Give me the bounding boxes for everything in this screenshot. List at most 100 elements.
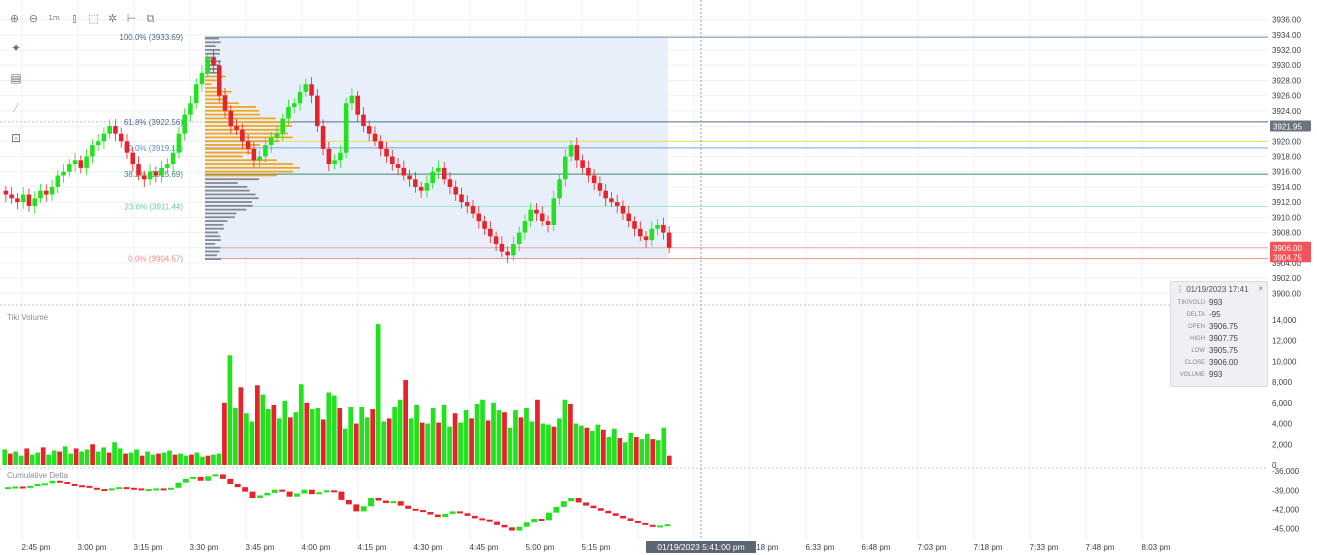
candle-body bbox=[343, 103, 349, 153]
volume-bar bbox=[452, 413, 458, 465]
price-axis-label: 3916.00 bbox=[1272, 168, 1301, 177]
bars-icon[interactable]: ⫾ bbox=[68, 12, 81, 25]
note-icon[interactable]: ▤ bbox=[8, 70, 24, 86]
line-icon[interactable]: ⁄ bbox=[8, 100, 24, 116]
candle-body bbox=[291, 103, 297, 108]
candle-body bbox=[643, 236, 649, 241]
volume-profile-bar bbox=[205, 52, 220, 55]
volume-axis-label: 8,000 bbox=[1272, 378, 1293, 387]
volume-profile-bar bbox=[205, 144, 261, 146]
delta-candle bbox=[19, 486, 26, 489]
delta-candle bbox=[553, 506, 560, 513]
candle-body bbox=[545, 221, 551, 225]
volume-bar bbox=[480, 399, 485, 465]
timeframe-button[interactable]: 1m bbox=[46, 12, 62, 25]
candle-body bbox=[626, 213, 632, 222]
volume-profile-bar bbox=[205, 163, 294, 165]
volume-bar bbox=[331, 395, 337, 465]
delta-candle bbox=[664, 524, 671, 527]
delta-candle bbox=[234, 483, 241, 488]
delta-candle bbox=[471, 515, 478, 519]
select-icon[interactable]: ⬚ bbox=[87, 12, 100, 25]
volume-profile-bar bbox=[205, 178, 259, 181]
candle-body bbox=[309, 84, 314, 96]
volume-bar bbox=[370, 409, 376, 465]
axis-icon[interactable]: ⊢ bbox=[125, 12, 138, 25]
candle-body bbox=[482, 221, 487, 229]
delta-candle bbox=[242, 487, 249, 492]
volume-bar bbox=[205, 455, 211, 465]
price-axis-label: 3936.00 bbox=[1272, 16, 1301, 25]
volume-bar bbox=[57, 451, 63, 465]
volume-bar bbox=[650, 439, 656, 465]
volume-profile-bar bbox=[205, 227, 224, 230]
candle-body bbox=[603, 190, 608, 199]
candle-body bbox=[349, 95, 355, 104]
volume-bar bbox=[161, 452, 167, 465]
close-icon[interactable]: × bbox=[1258, 284, 1263, 293]
volume-axis-label: 2,000 bbox=[1272, 440, 1293, 449]
fib-label: 23.6% (3911.44) bbox=[124, 202, 183, 211]
delta-candle bbox=[5, 487, 11, 490]
volume-bar bbox=[353, 423, 359, 465]
candle-body bbox=[413, 179, 418, 187]
settings-icon[interactable]: ✲ bbox=[106, 12, 119, 25]
delta-candle bbox=[182, 478, 189, 483]
volume-axis-label: 12,000 bbox=[1272, 337, 1297, 346]
copy-icon[interactable]: ⧉ bbox=[144, 12, 157, 25]
fib-label: 100.0% (3933.69) bbox=[119, 33, 183, 42]
zoom-out-icon[interactable]: ⊖ bbox=[27, 12, 40, 25]
lock-icon[interactable]: ⊡ bbox=[8, 130, 24, 146]
candle-body bbox=[118, 133, 124, 142]
volume-bar bbox=[183, 455, 189, 465]
volume-bar bbox=[222, 402, 227, 465]
price-axis-label: 3924.00 bbox=[1272, 107, 1301, 116]
delta-candle bbox=[294, 493, 300, 497]
time-axis-label: 5:15 pm bbox=[582, 543, 611, 552]
candle-body bbox=[401, 167, 407, 176]
candle-body bbox=[251, 148, 257, 161]
candle-body bbox=[263, 145, 268, 157]
volume-profile-bar bbox=[205, 128, 285, 131]
volume-bar bbox=[304, 402, 310, 465]
volume-bar bbox=[249, 421, 255, 465]
volume-bar bbox=[68, 453, 73, 465]
time-axis-label: 3:15 pm bbox=[134, 543, 163, 552]
tooltip-row: LOW 3905.75 bbox=[1191, 346, 1238, 355]
candle-body bbox=[418, 186, 424, 191]
tooltip-row: HIGH 3907.75 bbox=[1190, 334, 1238, 343]
delta-candle bbox=[375, 497, 382, 501]
crosshair-icon[interactable]: ✦ bbox=[8, 40, 24, 56]
candle-body bbox=[326, 148, 332, 165]
volume-profile-bar bbox=[205, 83, 212, 86]
price-axis-label: 3910.00 bbox=[1272, 213, 1301, 222]
volume-bar bbox=[639, 439, 645, 465]
volume-profile-bar bbox=[205, 182, 238, 184]
candle-body bbox=[511, 243, 516, 256]
volume-profile-bar bbox=[205, 231, 219, 234]
volume-axis-label: 14,000 bbox=[1272, 316, 1297, 325]
delta-candle bbox=[382, 500, 389, 504]
volume-bar bbox=[46, 454, 52, 465]
volume-profile-bar bbox=[205, 49, 221, 51]
delta-candle bbox=[338, 491, 345, 500]
data-tooltip[interactable]: ⋮ 01/19/2023 17:41 × TIKIVOLU 993 DELTA -9… bbox=[1170, 281, 1268, 387]
candle-body bbox=[661, 224, 666, 233]
volume-bar bbox=[535, 399, 540, 465]
candle-body bbox=[32, 198, 38, 206]
candle-body bbox=[655, 224, 660, 229]
volume-bar bbox=[524, 408, 529, 465]
delta-candle bbox=[583, 502, 589, 506]
candle-body bbox=[72, 160, 78, 165]
candle-body bbox=[297, 91, 303, 104]
volume-bar bbox=[79, 451, 84, 465]
time-axis-label: 7:03 pm bbox=[918, 543, 947, 552]
candle-body bbox=[505, 251, 510, 256]
candle-body bbox=[332, 160, 337, 165]
candle-body bbox=[395, 164, 401, 168]
zoom-in-icon[interactable]: ⊕ bbox=[8, 12, 21, 25]
candle-body bbox=[493, 236, 499, 244]
candle-body bbox=[136, 164, 141, 176]
volume-profile-bar bbox=[205, 41, 221, 44]
chart-canvas[interactable]: 100.0% (3933.69)61.8% (3922.56)50.0% (39… bbox=[0, 0, 1317, 555]
